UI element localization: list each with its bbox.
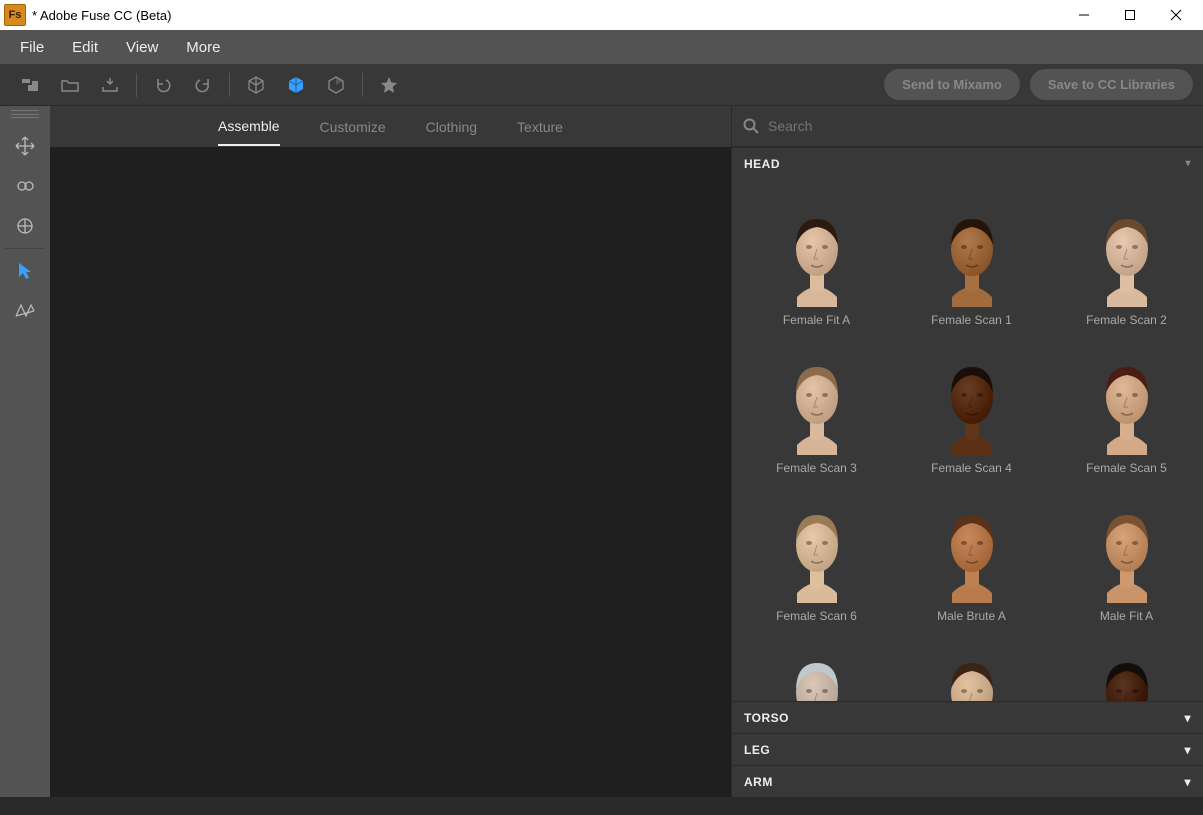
titlebar: Fs * Adobe Fuse CC (Beta)	[0, 0, 1203, 30]
asset-label: Female Fit A	[783, 313, 850, 327]
asset-male-brute-a[interactable]: Male Brute A	[897, 485, 1046, 623]
asset-label: Female Scan 3	[776, 461, 857, 475]
section-head-leg[interactable]: LEG ▾	[732, 733, 1203, 765]
asset-female-scan-1[interactable]: Female Scan 1	[897, 189, 1046, 327]
asset-thumbnail	[917, 337, 1027, 455]
panel-grip-icon[interactable]	[11, 110, 39, 118]
asset-thumbnail	[1072, 485, 1182, 603]
asset-label: Male Fit A	[1100, 609, 1153, 623]
chevron-down-icon: ▾	[1184, 711, 1191, 725]
menu-file[interactable]: File	[6, 39, 58, 56]
asset-label: Female Scan 6	[776, 609, 857, 623]
window-title: * Adobe Fuse CC (Beta)	[32, 8, 1061, 23]
menu-view[interactable]: View	[112, 39, 172, 56]
new-document-icon[interactable]	[14, 69, 46, 101]
asset-male-fit-a[interactable]: Male Fit A	[1052, 485, 1201, 623]
separator	[5, 248, 45, 249]
save-to-cc-libraries-button[interactable]: Save to CC Libraries	[1030, 69, 1193, 100]
asset-thumbnail	[762, 189, 872, 307]
cube-solid-icon[interactable]	[280, 69, 312, 101]
select-tool-icon[interactable]	[1, 251, 49, 291]
search-input[interactable]	[768, 118, 1193, 134]
asset-female-scan-5[interactable]: Female Scan 5	[1052, 337, 1201, 475]
asset-thumbnail	[1072, 337, 1182, 455]
asset-label: Female Scan 5	[1086, 461, 1167, 475]
undo-icon[interactable]	[147, 69, 179, 101]
asset-label: Male Brute A	[937, 609, 1006, 623]
mesh-tool-icon[interactable]	[1, 291, 49, 331]
mode-tabs: Assemble Customize Clothing Texture	[50, 106, 731, 147]
open-folder-icon[interactable]	[54, 69, 86, 101]
close-button[interactable]	[1153, 0, 1199, 30]
main-area: Assemble Customize Clothing Texture HEAD ▾	[0, 106, 1203, 797]
section-title: TORSO	[744, 711, 789, 725]
asset-thumbnail	[917, 485, 1027, 603]
separator	[229, 73, 230, 97]
section-title: LEG	[744, 743, 770, 757]
asset-female-scan-6[interactable]: Female Scan 6	[742, 485, 891, 623]
asset-female-scan-4[interactable]: Female Scan 4	[897, 337, 1046, 475]
asset-thumbnail	[762, 633, 872, 701]
asset-female-fit-a[interactable]: Female Fit A	[742, 189, 891, 327]
section-head-head[interactable]: HEAD ▾	[732, 147, 1203, 179]
asset-thumbnail	[1072, 189, 1182, 307]
menu-more[interactable]: More	[172, 39, 234, 56]
maximize-button[interactable]	[1107, 0, 1153, 30]
asset-thumbnail	[1072, 633, 1182, 701]
asset-label: Female Scan 1	[931, 313, 1012, 327]
menubar: FileEditViewMore	[0, 30, 1203, 64]
search-bar	[732, 106, 1203, 147]
section-body-head[interactable]: Female Fit A Female Scan 1	[732, 179, 1203, 701]
asset-label: Female Scan 2	[1086, 313, 1167, 327]
asset-thumbnail	[917, 633, 1027, 701]
menu-edit[interactable]: Edit	[58, 39, 112, 56]
asset-panel: HEAD ▾ Female Fit A	[731, 106, 1203, 797]
chevron-down-icon: ▾	[1185, 158, 1191, 169]
separator	[136, 73, 137, 97]
minimize-button[interactable]	[1061, 0, 1107, 30]
separator	[362, 73, 363, 97]
viewport-column: Assemble Customize Clothing Texture	[50, 106, 731, 797]
viewport-3d[interactable]	[50, 147, 731, 797]
asset-male-scan-3[interactable]: Male Scan 3	[1052, 633, 1201, 701]
asset-male-scan-1[interactable]: Male Scan 1	[742, 633, 891, 701]
tab-customize[interactable]: Customize	[320, 109, 386, 145]
redo-icon[interactable]	[187, 69, 219, 101]
tab-texture[interactable]: Texture	[517, 109, 563, 145]
section-title: ARM	[744, 775, 773, 789]
rotate-tool-icon[interactable]	[1, 206, 49, 246]
asset-thumbnail	[762, 485, 872, 603]
section-title: HEAD	[744, 157, 780, 171]
section-head-torso[interactable]: TORSO ▾	[732, 701, 1203, 733]
save-icon[interactable]	[94, 69, 126, 101]
scale-tool-icon[interactable]	[1, 166, 49, 206]
search-icon	[742, 117, 760, 135]
tab-assemble[interactable]: Assemble	[218, 108, 279, 146]
move-tool-icon[interactable]	[1, 126, 49, 166]
star-favorite-icon[interactable]	[373, 69, 405, 101]
asset-thumbnail	[917, 189, 1027, 307]
asset-thumbnail	[762, 337, 872, 455]
left-tool-strip	[0, 106, 50, 797]
asset-male-scan-2[interactable]: Male Scan 2	[897, 633, 1046, 701]
asset-label: Female Scan 4	[931, 461, 1012, 475]
asset-female-scan-3[interactable]: Female Scan 3	[742, 337, 891, 475]
app-icon: Fs	[4, 4, 26, 26]
cube-shaded-icon[interactable]	[320, 69, 352, 101]
toolbar: Send to Mixamo Save to CC Libraries	[0, 64, 1203, 106]
chevron-down-icon: ▾	[1184, 743, 1191, 757]
chevron-down-icon: ▾	[1184, 775, 1191, 789]
tab-clothing[interactable]: Clothing	[426, 109, 477, 145]
section-head-arm[interactable]: ARM ▾	[732, 765, 1203, 797]
asset-female-scan-2[interactable]: Female Scan 2	[1052, 189, 1201, 327]
status-bar	[0, 797, 1203, 815]
send-to-mixamo-button[interactable]: Send to Mixamo	[884, 69, 1020, 100]
cube-wire-icon[interactable]	[240, 69, 272, 101]
